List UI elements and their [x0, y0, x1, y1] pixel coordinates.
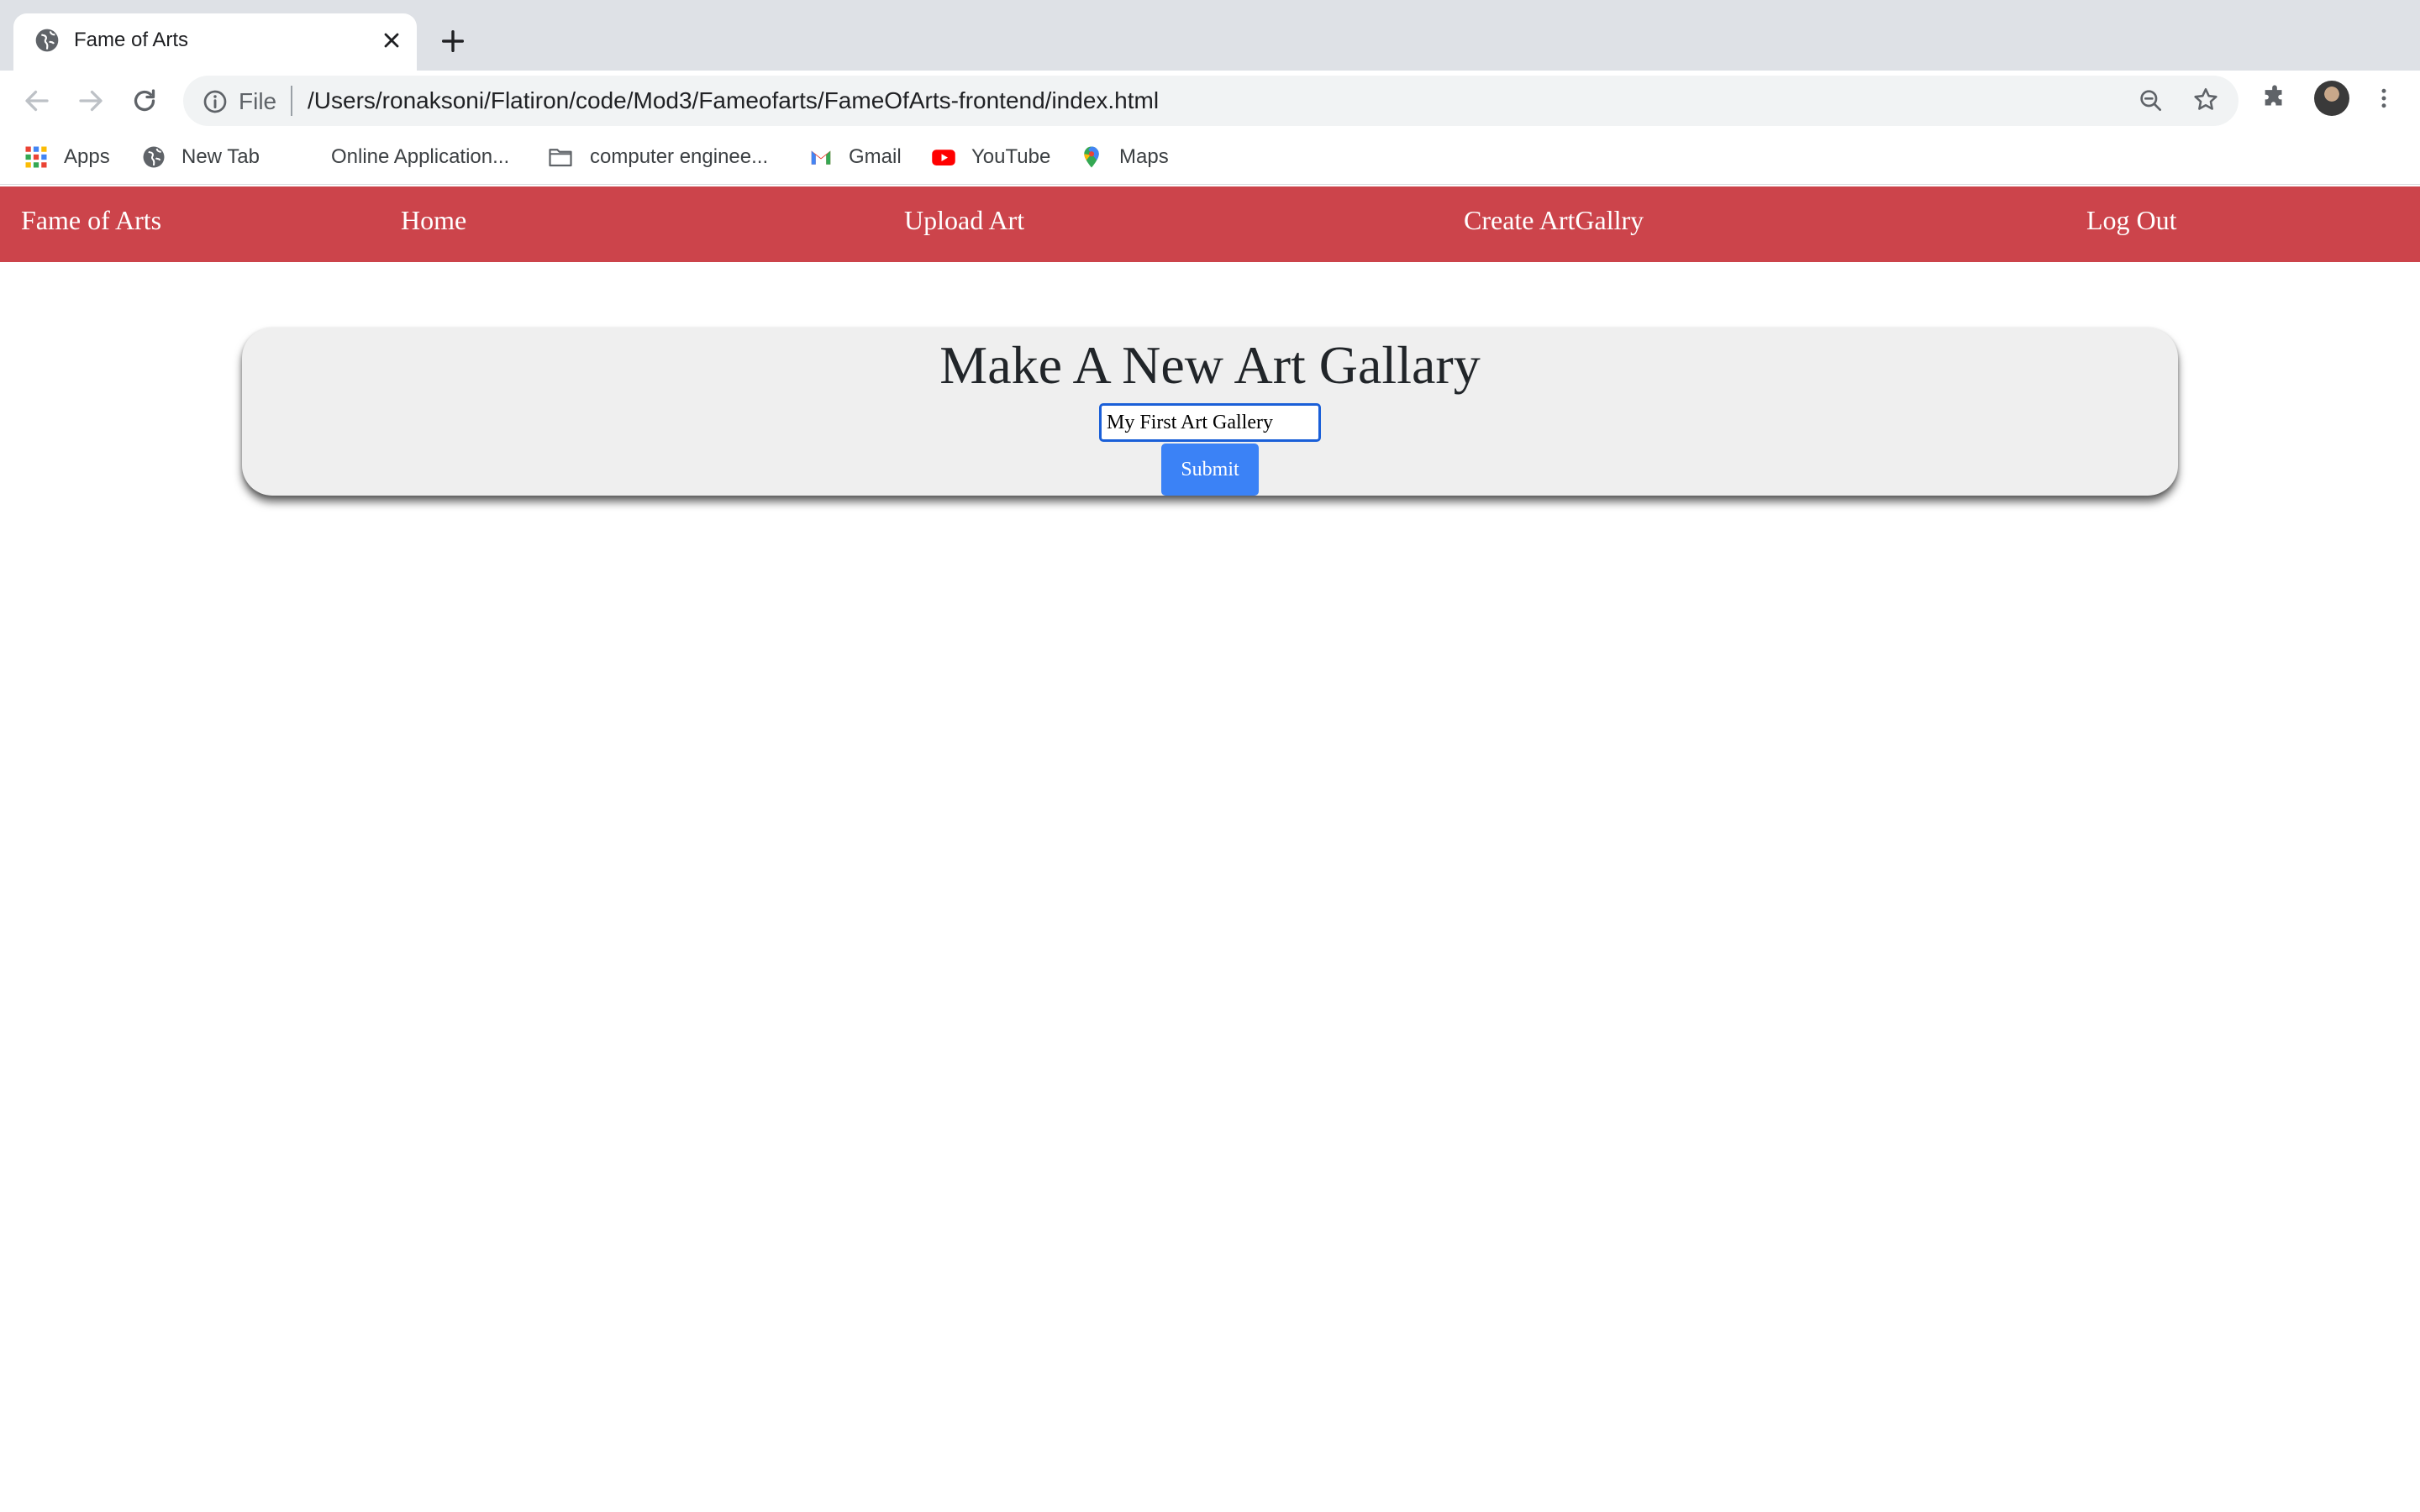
bookmark-label: Online Application... — [331, 145, 510, 168]
bookmark-maps[interactable]: Maps — [1079, 143, 1188, 173]
folder-icon — [549, 149, 572, 167]
bookmark-label: computer enginee... — [590, 145, 769, 168]
address-bar[interactable]: File /Users/ronaksoni/Flatiron/code/Mod3… — [183, 76, 2238, 126]
apps-grid-icon — [25, 146, 47, 168]
bookmark-star-icon[interactable] — [2191, 86, 2220, 114]
browser-tab[interactable]: Fame of Arts — [13, 13, 417, 71]
bookmark-label: Maps — [1119, 145, 1169, 168]
form-title: Make A New Art Gallary — [939, 335, 1481, 395]
gallery-name-input[interactable] — [1099, 403, 1321, 442]
globe-icon — [143, 146, 165, 168]
nav-home-link[interactable]: Home — [401, 205, 466, 236]
forward-arrow-icon[interactable] — [76, 86, 106, 116]
submit-button[interactable]: Submit — [1161, 444, 1259, 496]
bookmark-youtube[interactable]: YouTube — [931, 143, 1057, 173]
nav-logout-link[interactable]: Log Out — [2086, 205, 2177, 236]
bookmark-label: Gmail — [849, 145, 902, 168]
profile-avatar[interactable] — [2314, 81, 2349, 116]
extensions-puzzle-icon[interactable] — [2260, 84, 2289, 113]
bookmark-label: Apps — [64, 145, 110, 168]
new-tab-plus-icon[interactable] — [439, 27, 467, 55]
app-navbar: Fame of Arts Home Upload Art Create ArtG… — [0, 186, 2420, 262]
bookmark-label: YouTube — [971, 145, 1051, 168]
bookmark-gmail[interactable]: Gmail — [808, 143, 909, 173]
nav-create-gallery-link[interactable]: Create ArtGallry — [1464, 205, 1644, 236]
close-icon[interactable] — [380, 29, 403, 52]
kebab-menu-icon[interactable] — [2371, 84, 2396, 113]
bookmark-new-tab[interactable]: New Tab — [141, 143, 276, 173]
globe-icon — [35, 29, 59, 52]
nav-brand-link[interactable]: Fame of Arts — [21, 205, 161, 236]
bookmark-online-application[interactable]: Online Application... — [294, 143, 529, 173]
youtube-icon — [932, 150, 955, 165]
scheme-label: File — [239, 88, 277, 114]
bookmark-label: New Tab — [182, 145, 260, 168]
reload-icon[interactable] — [129, 86, 160, 116]
new-gallery-card: Make A New Art Gallary Submit — [242, 328, 2178, 496]
zoom-out-icon[interactable] — [2138, 87, 2165, 114]
blank-page-icon — [294, 144, 319, 170]
info-icon[interactable] — [202, 88, 229, 115]
tab-title: Fame of Arts — [74, 29, 189, 51]
nav-upload-art-link[interactable]: Upload Art — [904, 205, 1024, 236]
bookmarks-bar: Apps New Tab Online Application... compu… — [0, 131, 2420, 185]
back-arrow-icon[interactable] — [22, 86, 52, 116]
omnibox-divider — [291, 86, 292, 116]
browser-toolbar: File /Users/ronaksoni/Flatiron/code/Mod3… — [0, 71, 2420, 131]
browser-tabstrip: Fame of Arts — [0, 0, 2420, 71]
bookmark-apps[interactable]: Apps — [24, 143, 118, 173]
maps-pin-icon — [1084, 146, 1099, 168]
gmail-icon — [811, 150, 831, 165]
url-text[interactable]: /Users/ronaksoni/Flatiron/code/Mod3/Fame… — [308, 87, 1159, 114]
bookmark-computer-engineering-folder[interactable]: computer enginee... — [548, 143, 783, 173]
